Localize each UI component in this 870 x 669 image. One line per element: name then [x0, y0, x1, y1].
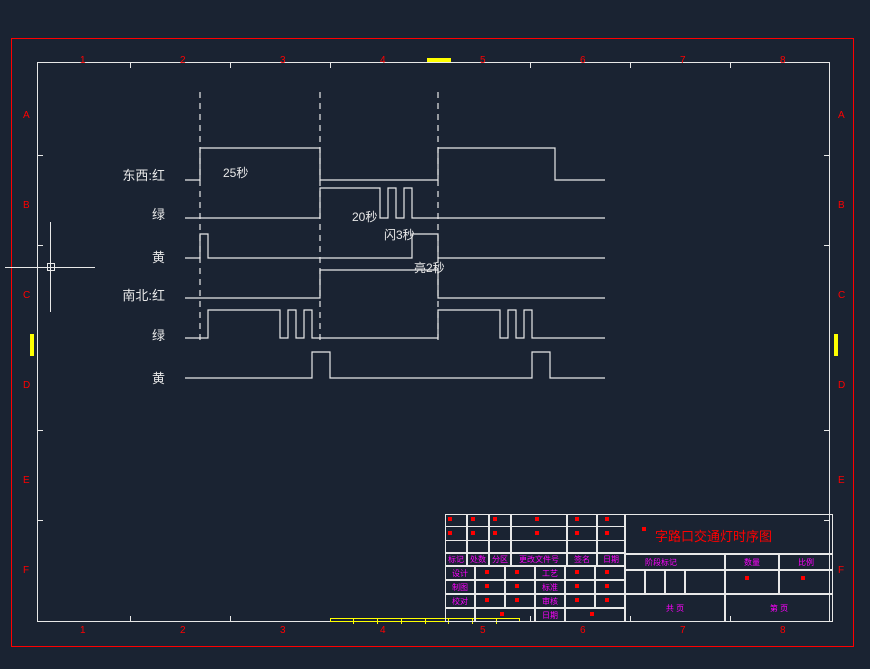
ruler-row-b-r: B — [838, 200, 845, 211]
ruler-row-d-r: D — [838, 380, 845, 391]
label-ns-green: 绿 — [85, 325, 165, 344]
yellow-mark-right — [834, 334, 838, 356]
tick — [37, 430, 43, 431]
tick — [37, 155, 43, 156]
label-ew-green: 绿 — [85, 204, 165, 223]
label-ns: 南北:红 — [85, 285, 165, 304]
timing-flash3: 闪3秒 — [384, 226, 415, 243]
ruler-col-1-top: 1 — [80, 55, 86, 66]
ruler-col-8-top: 8 — [780, 55, 786, 66]
timing-20s: 20秒 — [352, 208, 377, 225]
tick — [37, 245, 43, 246]
ruler-row-f-r: F — [838, 565, 844, 576]
label-ew-yellow: 黄 — [85, 247, 165, 266]
tick — [130, 62, 131, 68]
ruler-col-3-top: 3 — [280, 55, 286, 66]
ruler-row-d-l: D — [23, 380, 30, 391]
tick — [130, 616, 131, 622]
tick — [730, 62, 731, 68]
ruler-row-f-l: F — [23, 565, 29, 576]
ruler-row-b-l: B — [23, 200, 30, 211]
ruler-col-5-bot: 5 — [480, 625, 486, 636]
ruler-col-2-bot: 2 — [180, 625, 186, 636]
tick — [37, 520, 43, 521]
label-ns-yellow: 黄 — [85, 368, 165, 387]
tick — [630, 62, 631, 68]
ruler-col-6-bot: 6 — [580, 625, 586, 636]
ruler-row-a-l: A — [23, 110, 30, 121]
ruler-row-e-r: E — [838, 475, 845, 486]
yellow-mark-left — [30, 334, 34, 356]
tick — [824, 155, 830, 156]
ruler-col-1-bot: 1 — [80, 625, 86, 636]
ruler-col-7-bot: 7 — [680, 625, 686, 636]
ruler-col-6-top: 6 — [580, 55, 586, 66]
ruler-col-7-top: 7 — [680, 55, 686, 66]
tick — [824, 430, 830, 431]
yellow-mark-top — [427, 58, 451, 62]
timing-on2: 亮2秒 — [414, 259, 445, 276]
tick — [230, 62, 231, 68]
ruler-col-8-bot: 8 — [780, 625, 786, 636]
ruler-col-5-top: 5 — [480, 55, 486, 66]
tick — [230, 616, 231, 622]
cursor-box — [47, 263, 55, 271]
ruler-row-e-l: E — [23, 475, 30, 486]
tick — [330, 62, 331, 68]
ruler-row-c-r: C — [838, 290, 845, 301]
timing-25s: 25秒 — [223, 164, 248, 181]
ruler-row-a-r: A — [838, 110, 845, 121]
ruler-col-4-top: 4 — [380, 55, 386, 66]
label-ew: 东西:红 — [85, 165, 165, 184]
tick — [824, 245, 830, 246]
ruler-col-3-bot: 3 — [280, 625, 286, 636]
drawing-title: 字路口交通灯时序图 — [655, 526, 772, 545]
tick — [530, 62, 531, 68]
ruler-col-2-top: 2 — [180, 55, 186, 66]
title-block: 设计 工艺 制图 标准 校对 审核 日期 标记 处数 分区 更改文件号 签名 日… — [445, 514, 833, 622]
ruler-col-4-bot: 4 — [380, 625, 386, 636]
ruler-row-c-l: C — [23, 290, 30, 301]
